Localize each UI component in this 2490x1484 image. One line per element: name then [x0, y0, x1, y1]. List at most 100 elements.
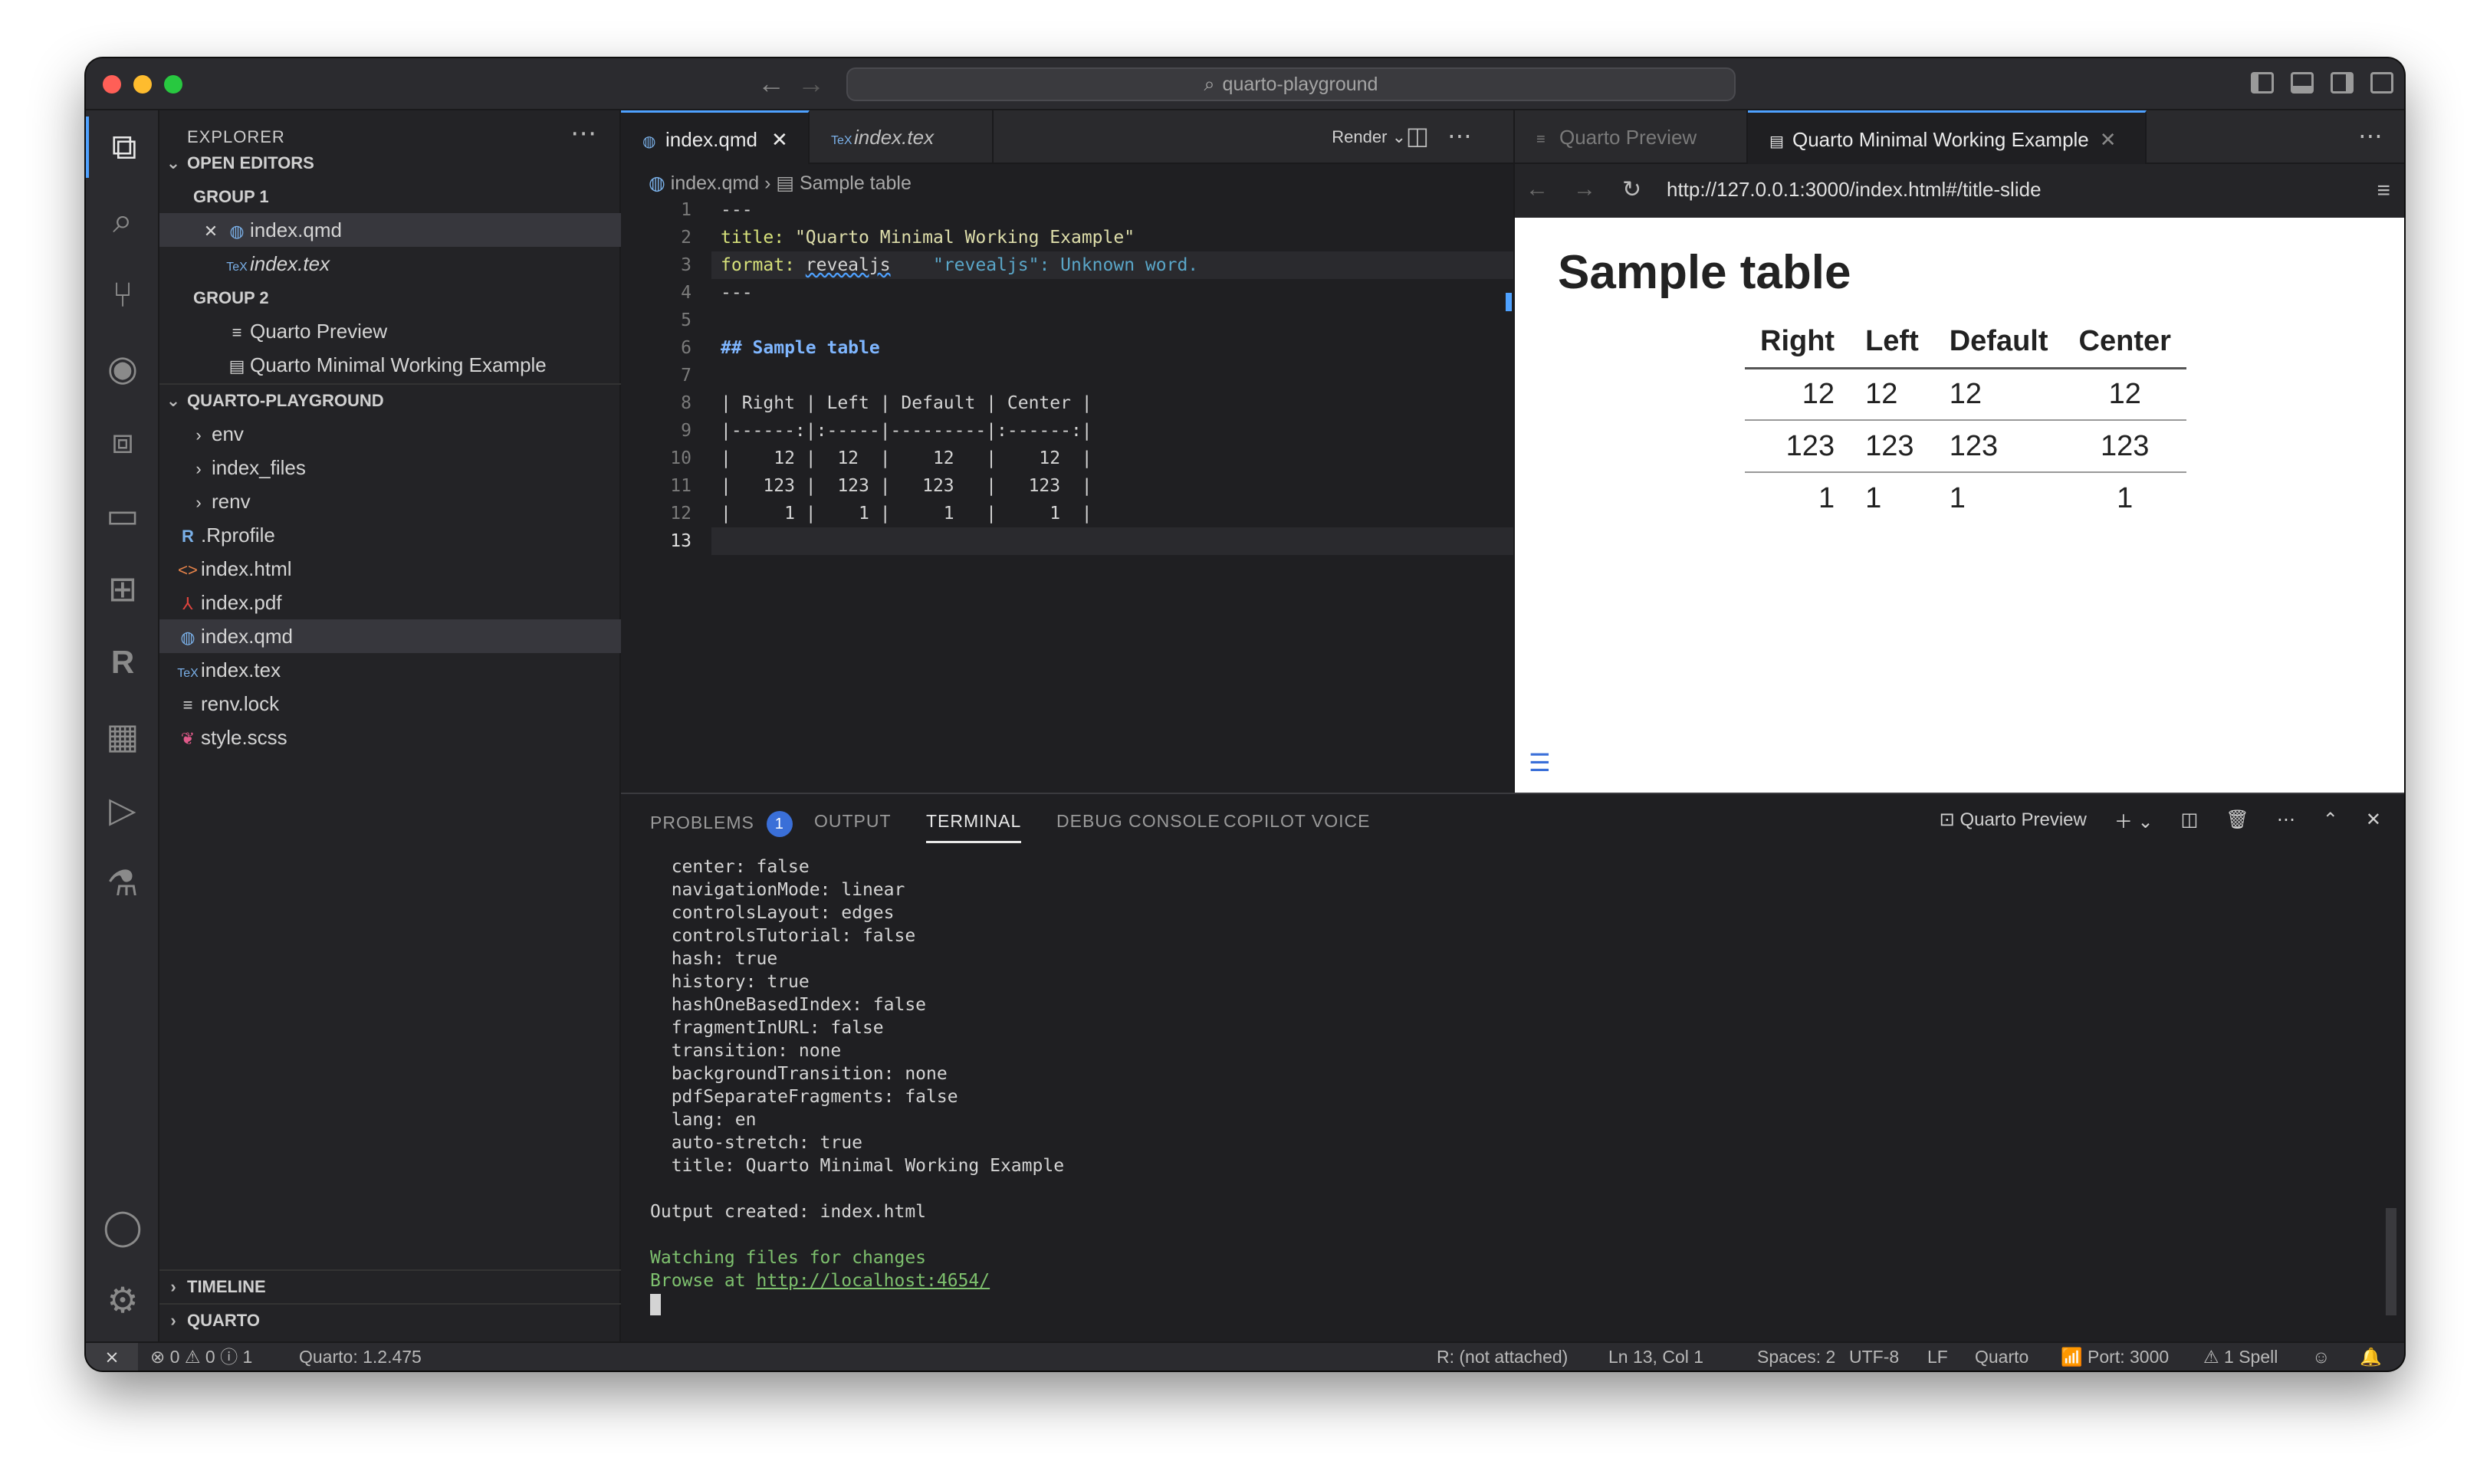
quarto-version[interactable]: Quarto: 1.2.475 [299, 1343, 422, 1371]
run-debug-icon[interactable]: ▷ [86, 779, 159, 840]
source-control-icon[interactable]: ⑂ [86, 264, 159, 325]
menu-icon[interactable]: ≡ [2377, 178, 2390, 204]
render-button[interactable]: Render ⌄ [1332, 127, 1406, 147]
close-icon[interactable]: ✕ [2366, 809, 2381, 831]
toggle-primary-sidebar-icon[interactable] [2251, 72, 2274, 94]
tree-file-index-qmd[interactable]: ◍ index.qmd [159, 619, 621, 653]
close-icon[interactable]: ✕ [771, 128, 788, 151]
terminal-selector[interactable]: ⊡ Quarto Preview [1940, 809, 2087, 831]
code-line: --- [721, 283, 753, 303]
back-arrow-icon[interactable]: ← [1526, 176, 1549, 202]
new-terminal-icon[interactable]: ＋ ⌄ [2114, 806, 2153, 833]
open-editor-quarto-mwe[interactable]: ▤ Quarto Minimal Working Example [159, 348, 621, 382]
command-center-search[interactable]: ⌕ quarto-playground [846, 67, 1736, 101]
breadcrumb-file[interactable]: index.qmd [671, 172, 759, 194]
close-icon[interactable]: ✕ [2100, 128, 2117, 151]
indentation[interactable]: Spaces: 2 [1757, 1343, 1835, 1371]
tab-quarto-preview[interactable]: ≡ Quarto Preview [1515, 110, 1748, 164]
tree-file-renv-lock[interactable]: ≡ renv.lock [159, 687, 621, 721]
terminal-line: Browse at http://localhost:4654/ [650, 1271, 990, 1291]
notifications-bell-icon[interactable]: 🔔 [2360, 1343, 2382, 1371]
tree-file-index-pdf[interactable]: ⅄ index.pdf [159, 586, 621, 619]
chevron-down-icon: ⌄ [166, 391, 181, 410]
problems-status[interactable]: ⊗ 0 ⚠ 0 ⓘ 1 [150, 1343, 252, 1371]
tree-file-index-html[interactable]: <> index.html [159, 552, 621, 586]
tab-index-tex[interactable]: TeXindex.tex [810, 110, 994, 164]
quarto-section[interactable]: › QUARTO [159, 1303, 621, 1335]
remote-explorer-icon[interactable]: ⧈ [86, 411, 159, 472]
timeline-section[interactable]: › TIMELINE [159, 1269, 621, 1302]
extensions-icon[interactable]: ⊞ [86, 558, 159, 619]
forward-arrow-icon[interactable]: → [797, 67, 825, 100]
terminal-line: hashOneBasedIndex: false [650, 995, 927, 1015]
cursor-position[interactable]: Ln 13, Col 1 [1608, 1343, 1703, 1371]
sample-table: Right Left Default Center 12 12 12 12 12… [1745, 316, 2186, 524]
tab-quarto-mwe[interactable]: ▤ Quarto Minimal Working Example ✕ [1748, 110, 2147, 164]
explorer-icon[interactable]: ⧉ [86, 117, 159, 178]
tree-file-rprofile[interactable]: R .Rprofile [159, 518, 621, 552]
account-icon[interactable]: ◯ [86, 1196, 159, 1257]
slide-content: Sample table Right Left Default Center 1… [1515, 218, 2404, 793]
tab-debug-console[interactable]: DEBUG CONSOLE [1056, 811, 1220, 832]
split-terminal-icon[interactable]: ◫ [2181, 809, 2199, 831]
line-endings[interactable]: LF [1927, 1343, 1948, 1371]
r-session-status[interactable]: R: (not attached) [1437, 1343, 1568, 1371]
more-actions-icon[interactable]: ⋯ [1447, 122, 1490, 149]
tab-copilot-voice[interactable]: COPILOT VOICE [1224, 811, 1371, 832]
back-arrow-icon[interactable]: ← [757, 67, 785, 100]
github-icon[interactable]: ◉ [86, 337, 159, 399]
port-status[interactable]: 📶 Port: 3000 [2061, 1343, 2169, 1371]
tree-file-index-tex[interactable]: TeX index.tex [159, 653, 621, 687]
slide-menu-icon[interactable]: ☰ [1529, 748, 1551, 777]
more-actions-icon[interactable]: ⋯ [2277, 809, 2295, 831]
maximize-panel-icon[interactable]: ⌃ [2323, 809, 2338, 831]
tab-problems[interactable]: PROBLEMS 1 [650, 811, 793, 837]
search-icon[interactable]: ⌕ [86, 190, 159, 251]
close-window-button[interactable] [103, 75, 121, 94]
more-actions-icon[interactable]: ⋯ [570, 118, 596, 149]
toggle-secondary-sidebar-icon[interactable] [2331, 72, 2354, 94]
trash-icon[interactable]: 🗑 [2226, 809, 2249, 831]
remote-indicator-icon[interactable]: ⨯ [86, 1343, 138, 1371]
tree-file-style-scss[interactable]: ❦ style.scss [159, 721, 621, 754]
spelling-warning[interactable]: revealjs [806, 255, 891, 275]
more-actions-icon[interactable]: ⋯ [2358, 121, 2383, 150]
copilot-icon[interactable]: ☺ [2312, 1343, 2330, 1371]
col-header: Default [1933, 316, 2064, 369]
minimize-window-button[interactable] [133, 75, 152, 94]
tab-output[interactable]: OUTPUT [814, 811, 892, 832]
panel-actions: ⊡ Quarto Preview ＋ ⌄ ◫ 🗑 ⋯ ⌃ ✕ [1940, 806, 2381, 833]
terminal-output[interactable]: center: false navigationMode: linear con… [650, 855, 1064, 1315]
localhost-link[interactable]: http://localhost:4654/ [756, 1271, 990, 1291]
tree-folder-index-files[interactable]: › index_files [159, 451, 621, 484]
tab-terminal[interactable]: TERMINAL [926, 811, 1022, 843]
maximize-window-button[interactable] [164, 75, 182, 94]
slide-heading: Sample table [1558, 246, 1851, 299]
encoding[interactable]: UTF-8 [1849, 1343, 1899, 1371]
forward-arrow-icon[interactable]: → [1573, 176, 1596, 202]
spell-status[interactable]: ⚠ 1 Spell [2203, 1343, 2278, 1371]
preview-url[interactable]: http://127.0.0.1:3000/index.html#/title-… [1667, 178, 2042, 202]
breadcrumb-section[interactable]: Sample table [800, 172, 912, 194]
open-editors-section[interactable]: ⌄ OPEN EDITORS [159, 147, 621, 179]
terminal-line: controlsLayout: edges [650, 903, 895, 923]
testing-icon[interactable]: ⚗ [86, 852, 159, 914]
tree-folder-renv[interactable]: › renv [159, 484, 621, 518]
terminal-scrollbar[interactable] [2386, 1208, 2396, 1315]
open-editor-index-tex[interactable]: TeX index.tex [159, 247, 621, 281]
open-editor-quarto-preview[interactable]: ≡ Quarto Preview [159, 314, 621, 348]
docker-icon[interactable]: ▦ [86, 705, 159, 767]
close-icon[interactable]: ✕ [198, 215, 224, 248]
language-mode[interactable]: Quarto [1975, 1343, 2028, 1371]
tab-index-qmd[interactable]: ◍ index.qmd ✕ [621, 110, 810, 164]
toggle-panel-icon[interactable] [2291, 72, 2314, 94]
tree-folder-env[interactable]: › env [159, 417, 621, 451]
r-language-icon[interactable]: R [86, 632, 159, 693]
reload-icon[interactable]: ↻ [1622, 176, 1641, 203]
folder-section[interactable]: ⌄ QUARTO-PLAYGROUND [159, 383, 621, 415]
remote-window-icon[interactable]: ▭ [86, 484, 159, 546]
settings-gear-icon[interactable]: ⚙ [86, 1269, 159, 1331]
open-editor-index-qmd[interactable]: ✕ ◍ index.qmd [159, 213, 621, 247]
customize-layout-icon[interactable] [2370, 72, 2393, 94]
split-editor-icon[interactable]: ◫ [1406, 122, 1447, 149]
